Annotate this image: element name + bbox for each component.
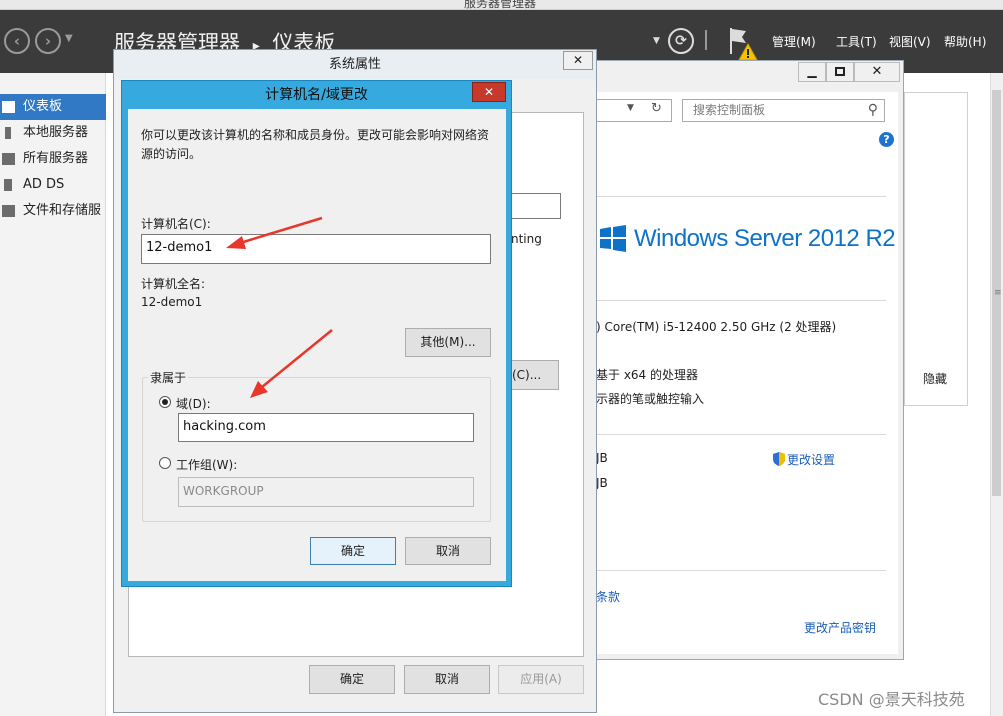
annotation-arrows [226,216,333,398]
arrow-to-computer-name [226,216,323,249]
arrow-to-domain [250,329,333,398]
watermark: CSDN @景天科技苑 [818,690,965,709]
